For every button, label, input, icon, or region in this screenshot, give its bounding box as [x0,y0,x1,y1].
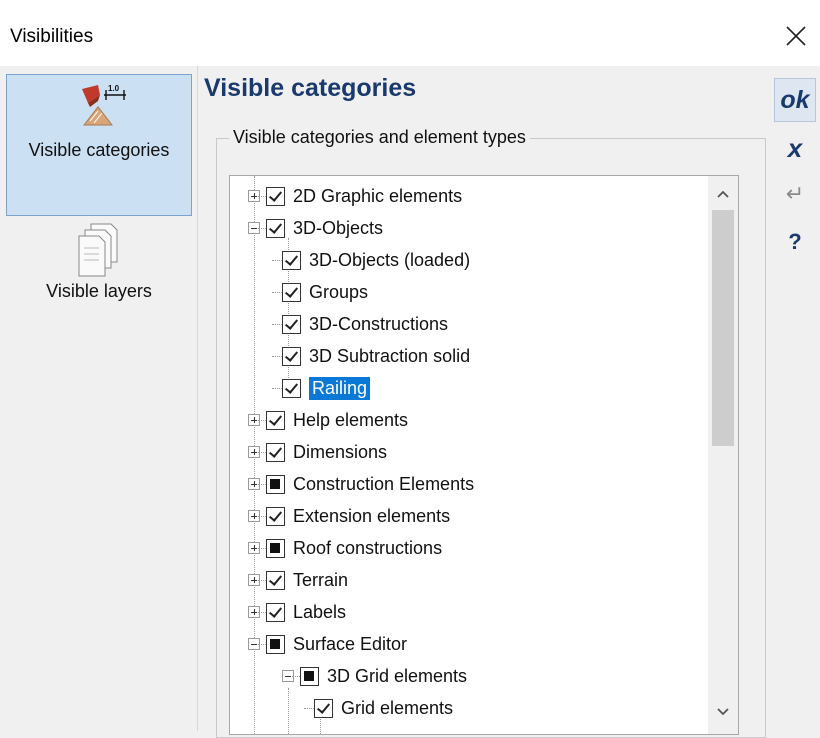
tree-line [258,516,266,517]
icon-badge-text: 1.0 [108,84,120,93]
tree-line [288,688,289,734]
sidebar-item-label: Visible categories [28,140,170,160]
help-button[interactable]: ? [774,220,816,264]
tree-item[interactable]: Roof constructions [248,532,442,564]
tree-item[interactable]: 3D Grid elements [282,660,467,692]
tree-item[interactable]: 2D Graphic elements [248,180,462,212]
tree-item[interactable]: Railing [272,372,371,404]
tree-item-label: 3D-Objects [293,217,384,238]
tree-checkbox[interactable] [266,474,285,494]
window-title: Visibilities [10,26,94,47]
groupbox-label: Visible categories and element types [229,127,530,148]
tree-item[interactable]: 3D-Objects [248,212,383,244]
tree-line [258,580,266,581]
category-tree[interactable]: 2D Graphic elements 3D-Objects 3D-Objects … [229,175,739,735]
tree-checkbox[interactable] [314,698,333,718]
tree-scrollbar[interactable] [708,176,738,734]
tree-item-label: Grid elements [341,697,454,718]
tree-item-label: Dimensions [293,441,388,462]
tree-checkbox[interactable] [300,666,319,686]
tree-checkbox[interactable] [282,314,301,334]
tree-item-label: 3D-Constructions [309,313,449,334]
visible-categories-icon: 1.0 [82,84,126,126]
chevron-up-icon [717,190,729,198]
tree-item[interactable]: Dimensions [248,436,387,468]
title-bar: Visibilities [0,0,820,66]
tree-line [272,356,282,357]
tree-checkbox[interactable] [282,250,301,270]
tree-item-label: Roof constructions [293,537,443,558]
tree-checkbox[interactable] [282,282,301,302]
tree-checkbox[interactable] [266,634,285,654]
tree-item[interactable]: Extension elements [248,500,450,532]
chevron-down-icon [717,708,729,716]
tree-checkbox[interactable] [266,186,285,206]
main-panel: Visible categories Visible categories an… [198,66,770,738]
categories-groupbox: Visible categories and element types 2D … [216,127,766,738]
tree-line [258,196,266,197]
tree-item[interactable]: Construction Elements [248,468,474,500]
sidebar: 1.0 Visible categories Visible layers [0,66,198,731]
tree-item[interactable]: Labels [248,596,346,628]
scroll-down-button[interactable] [708,698,738,726]
tree-item-label: 2D Graphic elements [293,185,463,206]
tree-checkbox[interactable] [266,570,285,590]
cancel-button[interactable]: x [774,128,816,168]
tree-item-label: Groups [309,281,369,302]
tree-item-label: Terrain [293,569,349,590]
tree-item-label: Construction Elements [293,473,475,494]
sidebar-item-visible-layers[interactable]: Visible layers [6,216,192,334]
tree-checkbox[interactable] [266,506,285,526]
tree-item[interactable]: Grid elements [304,692,454,724]
tree-checkbox[interactable] [266,410,285,430]
tree-item[interactable]: Groups [272,276,369,308]
tree-checkbox[interactable] [282,378,301,398]
tree-line [272,260,282,261]
close-icon [786,26,806,46]
tree-item[interactable]: 3D-Constructions [272,308,449,340]
tree-checkbox[interactable] [282,346,301,366]
tree-line [258,420,266,421]
tree-item-label: Surface Editor [293,633,408,654]
layers-icon [78,223,118,277]
sidebar-item-label: Visible layers [46,281,152,301]
tree-item-label: 3D Grid elements [327,665,468,686]
tree-item-label: Extension elements [293,505,451,526]
tree-checkbox[interactable] [266,442,285,462]
tree-checkbox[interactable] [266,602,285,622]
tree-line [258,644,266,645]
scroll-thumb[interactable] [712,210,734,446]
tree-item[interactable]: 3D Subtraction solid [272,340,471,372]
right-toolbar: ok x ↵ ? [770,66,820,731]
tree-item[interactable]: Surface Editor [248,628,407,660]
tree-line [258,612,266,613]
tree-line [258,484,266,485]
close-button[interactable] [778,18,814,54]
tree-line [258,228,266,229]
tree-checkbox[interactable] [266,538,285,558]
tree-line [292,676,300,677]
tree-item-label: 3D-Objects (loaded) [309,249,471,270]
tree-line [304,708,314,709]
tree-item-label: Help elements [293,409,409,430]
tree-item[interactable]: Help elements [248,404,408,436]
tree-item-label: 3D Subtraction solid [309,345,471,366]
tree-item[interactable]: Terrain [248,564,348,596]
tree-item[interactable]: 3D-Objects (loaded) [272,244,471,276]
ok-button[interactable]: ok [774,78,816,122]
tree-checkbox[interactable] [266,218,285,238]
tree-line [272,324,282,325]
tree-line [272,292,282,293]
apply-button[interactable]: ↵ [774,176,816,212]
tree-item-label: Labels [293,601,347,622]
tree-line [258,452,266,453]
tree-line [272,388,282,389]
page-title: Visible categories [204,74,417,102]
sidebar-item-visible-categories[interactable]: 1.0 Visible categories [6,74,192,216]
tree-line [258,548,266,549]
tree-item-label: Railing [309,376,371,400]
scroll-up-button[interactable] [708,180,738,208]
